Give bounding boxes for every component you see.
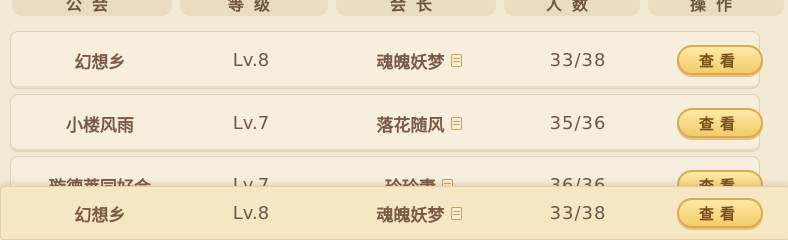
header-guild: ~∽ 公会 ∽~	[12, 0, 172, 16]
view-button[interactable]: 查看	[677, 198, 763, 228]
swirl-icon: ∽~	[298, 0, 320, 7]
guild-name: 幻想乡	[74, 52, 126, 73]
table-header: ~∽ 公会 ∽~ ~∽ 等级 ∽~ ~∽ 会长 ∽~ ~∽ 人数 ∽~ ~∽ 操…	[0, 0, 788, 22]
guild-leader: 魂魄妖梦	[329, 187, 509, 239]
header-members: ~∽ 人数 ∽~	[504, 0, 640, 16]
document-icon	[450, 206, 462, 220]
guild-name: 幻想乡	[74, 205, 126, 226]
swirl-icon: ∽~	[610, 0, 632, 7]
swirl-icon: ~∽	[20, 0, 42, 7]
member-count: 35/36	[549, 112, 607, 134]
my-guild-row[interactable]: 幻想乡 Lv.8 魂魄妖梦 33/38 查看	[0, 186, 788, 240]
swirl-icon: ∽~	[466, 0, 488, 7]
swirl-icon: ~∽	[512, 0, 534, 7]
leader-name: 魂魄妖梦	[376, 205, 445, 226]
leader-name: 魂魄妖梦	[376, 52, 445, 73]
document-icon	[450, 53, 462, 67]
guild-name: 小楼风雨	[66, 115, 134, 136]
header-level: ~∽ 等级 ∽~	[180, 0, 328, 16]
view-button[interactable]: 查看	[677, 108, 763, 138]
member-count: 33/38	[549, 49, 607, 71]
swirl-icon: ∽~	[142, 0, 164, 7]
guild-row[interactable]: 小楼风雨 Lv.7 落花随风 35/36 查看	[10, 94, 763, 152]
guild-level: Lv.7	[232, 112, 270, 134]
guild-leader: 落花随风	[329, 95, 509, 151]
guild-level: Lv.8	[232, 202, 270, 224]
header-action: ~∽ 操作 ∽~	[648, 0, 784, 16]
swirl-icon: ~∽	[656, 0, 678, 7]
header-leader: ~∽ 会长 ∽~	[336, 0, 496, 16]
swirl-icon: ~∽	[344, 0, 366, 7]
swirl-icon: ∽~	[754, 0, 776, 7]
member-count: 33/38	[549, 202, 607, 224]
view-button[interactable]: 查看	[677, 45, 763, 75]
guild-leader: 魂魄妖梦	[329, 32, 509, 88]
leader-name: 落花随风	[376, 115, 445, 136]
guild-level: Lv.8	[232, 49, 270, 71]
guild-row[interactable]: 幻想乡 Lv.8 魂魄妖梦 33/38 查看	[10, 31, 763, 89]
swirl-icon: ~∽	[188, 0, 210, 7]
document-icon	[450, 116, 462, 130]
